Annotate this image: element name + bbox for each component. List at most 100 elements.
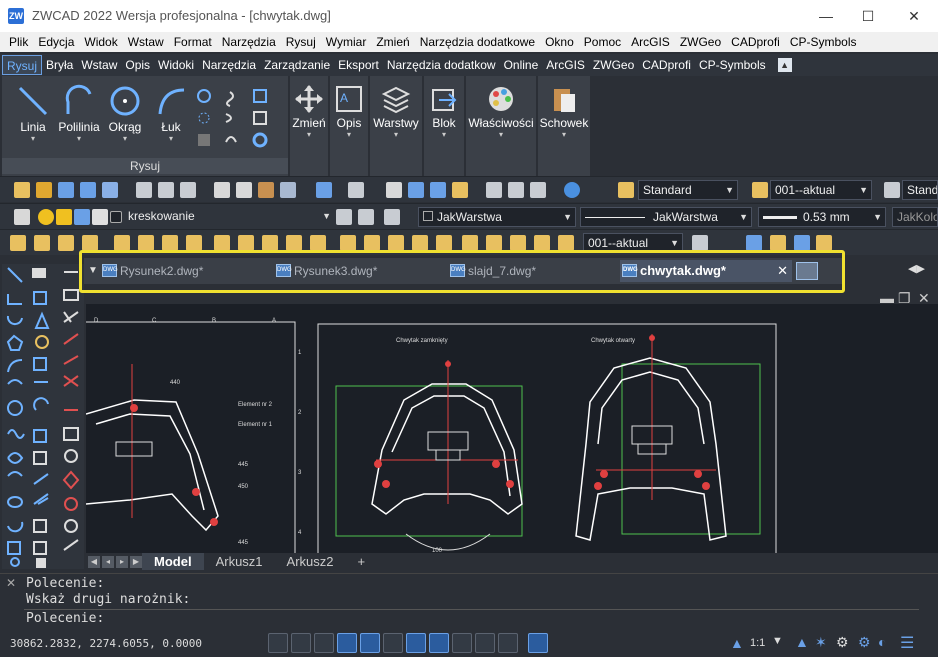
zoom-realtime-icon[interactable] xyxy=(408,182,424,198)
center-mark-icon[interactable] xyxy=(388,235,404,251)
sheet-tab-model[interactable]: Model xyxy=(142,553,204,570)
left-toolbar-icons[interactable] xyxy=(2,264,58,569)
dim-diameter-icon[interactable] xyxy=(162,235,178,251)
menu-item-narzedzia[interactable]: Narzędzia xyxy=(217,35,281,49)
lineweight-select[interactable]: 0.53 mm ▼ xyxy=(758,207,886,227)
dim-style-select[interactable]: 001--aktual ▼ xyxy=(770,180,872,200)
dim-edit-icon[interactable] xyxy=(462,235,478,251)
menu-item-widok[interactable]: Widok xyxy=(79,35,122,49)
ribbon-tab-narzedzia-dodatkowe[interactable]: Narzędzia dodatkow xyxy=(383,55,500,75)
command-close-icon[interactable]: ✕ xyxy=(6,576,16,590)
publish-icon[interactable] xyxy=(180,182,196,198)
dim-jogged-icon[interactable] xyxy=(138,235,154,251)
cut-icon[interactable] xyxy=(214,182,230,198)
layers-button[interactable]: Warstwy ▾ xyxy=(370,84,422,139)
layer-lock-icon[interactable] xyxy=(74,209,90,225)
menu-item-arcgis[interactable]: ArcGIS xyxy=(626,35,675,49)
menu-item-plik[interactable]: Plik xyxy=(4,35,33,49)
dim-ordinate-icon[interactable] xyxy=(82,235,98,251)
clipboard-button[interactable]: Schowek ▾ xyxy=(538,84,590,139)
ribbon-tab-zarzadzanie[interactable]: Zarządzanie xyxy=(260,55,334,75)
next-sheet-icon[interactable]: ▸ xyxy=(116,555,128,568)
redo-icon[interactable] xyxy=(348,182,364,198)
layer-on-bulb-icon[interactable] xyxy=(38,209,54,225)
arc-tool-button[interactable]: Łuk ▾ xyxy=(148,84,194,143)
ribbon-tab-zwgeo[interactable]: ZWGeo xyxy=(589,55,638,75)
ribbon-tab-cadprofi[interactable]: CADprofi xyxy=(638,55,695,75)
dim-aligned-icon[interactable] xyxy=(34,235,50,251)
leader-icon[interactable] xyxy=(340,235,356,251)
print-icon[interactable] xyxy=(136,182,152,198)
prev-sheet-icon[interactable]: ◂ xyxy=(102,555,114,568)
layer-thaw-sun-icon[interactable] xyxy=(56,209,72,225)
menu-item-edycja[interactable]: Edycja xyxy=(33,35,79,49)
isolate-objects-icon[interactable]: ◐ xyxy=(878,634,886,650)
menu-item-wymiar[interactable]: Wymiar xyxy=(321,35,372,49)
zoom-previous-icon[interactable] xyxy=(452,182,468,198)
polyline-tool-button[interactable]: Polilinia ▾ xyxy=(54,84,104,143)
paste-icon[interactable] xyxy=(258,182,274,198)
dynamic-input-icon[interactable] xyxy=(429,633,449,653)
save-as-icon[interactable] xyxy=(80,182,96,198)
menu-item-cadprofi[interactable]: CADprofi xyxy=(726,35,785,49)
annotation-scale-icon[interactable]: ▲ xyxy=(730,635,744,651)
new-file-icon[interactable] xyxy=(14,182,30,198)
tile-view-icon[interactable] xyxy=(770,235,786,251)
sheet-tab-arkusz2[interactable]: Arkusz2 xyxy=(275,553,346,570)
dim-update-icon[interactable] xyxy=(510,235,526,251)
menu-item-wstaw[interactable]: Wstaw xyxy=(123,35,169,49)
command-input[interactable]: Polecenie: xyxy=(24,609,919,627)
ortho-toggle-icon[interactable] xyxy=(314,633,334,653)
layer-states-icon[interactable] xyxy=(384,209,400,225)
dim-linear-icon[interactable] xyxy=(10,235,26,251)
match-properties-icon[interactable] xyxy=(280,182,296,198)
menu-item-zwgeo[interactable]: ZWGeo xyxy=(675,35,726,49)
undo-icon[interactable] xyxy=(316,182,332,198)
ribbon-collapse-icon[interactable]: ▲ xyxy=(777,58,792,72)
modify-button[interactable]: Zmień ▾ xyxy=(290,84,328,139)
scale-dropdown-icon[interactable]: ▼ xyxy=(772,635,783,647)
dim-style-manager-icon[interactable] xyxy=(558,235,574,251)
save-all-icon[interactable] xyxy=(102,182,118,198)
ribbon-tab-online[interactable]: Online xyxy=(500,55,543,75)
quad-view-icon[interactable] xyxy=(816,235,832,251)
properties-button[interactable]: Właściwości ▾ xyxy=(466,84,536,139)
grid-view-icon[interactable] xyxy=(746,235,762,251)
dynamic-ucs-icon[interactable] xyxy=(406,633,426,653)
make-current-layer-icon[interactable] xyxy=(336,209,352,225)
block-button[interactable]: Blok ▾ xyxy=(424,84,464,139)
dim-quick-icon[interactable] xyxy=(214,235,230,251)
maximize-button[interactable]: ☐ xyxy=(848,4,888,28)
dim-radius-icon[interactable] xyxy=(114,235,130,251)
transparency-toggle-icon[interactable] xyxy=(475,633,495,653)
menu-item-format[interactable]: Format xyxy=(169,35,217,49)
polar-toggle-icon[interactable] xyxy=(337,633,357,653)
ribbon-tab-narzedzia[interactable]: Narzędzia xyxy=(198,55,260,75)
layer-previous-icon[interactable] xyxy=(358,209,374,225)
table-style-select[interactable]: Standa xyxy=(902,180,938,200)
otrack-toggle-icon[interactable] xyxy=(383,633,403,653)
dim-settings-icon[interactable] xyxy=(692,235,708,251)
add-sheet-button[interactable]: + xyxy=(346,553,378,570)
design-center-icon[interactable] xyxy=(508,182,524,198)
dim-override-icon[interactable] xyxy=(534,235,550,251)
last-sheet-icon[interactable]: ▶ xyxy=(130,555,142,568)
dim-arc-icon[interactable] xyxy=(58,235,74,251)
dim-inspect-icon[interactable] xyxy=(412,235,428,251)
ribbon-tab-arcgis[interactable]: ArcGIS xyxy=(542,55,589,75)
plotstyle-select[interactable]: JakKolo xyxy=(892,207,938,227)
circle-tool-button[interactable]: Okrąg ▾ xyxy=(102,84,148,143)
copy-icon[interactable] xyxy=(236,182,252,198)
print-preview-icon[interactable] xyxy=(158,182,174,198)
ribbon-tab-wstaw[interactable]: Wstaw xyxy=(77,55,121,75)
ribbon-tab-cp-symbols[interactable]: CP-Symbols xyxy=(695,55,770,75)
menu-item-pomoc[interactable]: Pomoc xyxy=(579,35,626,49)
help-icon[interactable] xyxy=(564,182,580,198)
auto-scale-icon[interactable]: ✶ xyxy=(815,634,827,651)
tolerance-icon[interactable] xyxy=(364,235,380,251)
linetype-select[interactable]: JakWarstwa ▼ xyxy=(580,207,752,227)
settings-gear-icon[interactable]: ⚙ xyxy=(858,634,871,651)
first-sheet-icon[interactable]: ◀ xyxy=(88,555,100,568)
annotation-visibility-icon[interactable]: ▲ xyxy=(795,634,809,650)
lineweight-toggle-icon[interactable] xyxy=(452,633,472,653)
